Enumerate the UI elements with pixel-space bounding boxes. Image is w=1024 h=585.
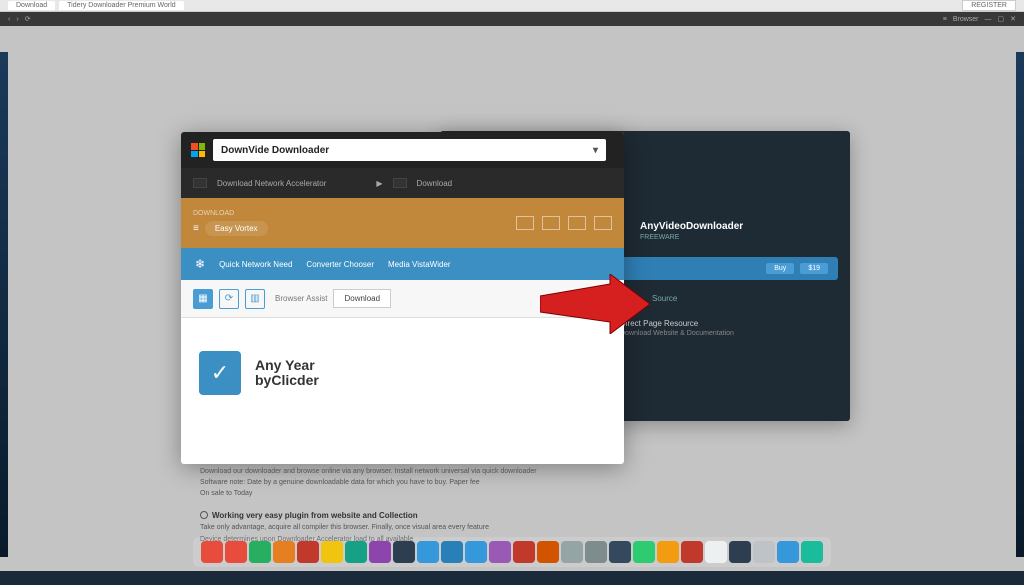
browser-tab-strip: Download Tidery Downloader Premium World…: [0, 0, 1024, 12]
tool-page-icon[interactable]: ▥: [245, 289, 265, 309]
browser-tab-2[interactable]: Tidery Downloader Premium World: [59, 1, 184, 10]
dock-app-13[interactable]: [513, 541, 535, 563]
dock-app-19[interactable]: [657, 541, 679, 563]
dock-app-3[interactable]: [273, 541, 295, 563]
dock-app-7[interactable]: [369, 541, 391, 563]
red-callout-arrow: [540, 274, 650, 334]
ribbon-mid-label: Download: [417, 179, 453, 188]
ribbon-flag-icon[interactable]: [193, 178, 207, 188]
macos-dock: [193, 537, 831, 567]
price-badge: $19: [800, 263, 828, 274]
dock-app-6[interactable]: [345, 541, 367, 563]
app-titlebar: DownVide Downloader ▾: [181, 132, 624, 168]
minimize-icon[interactable]: —: [985, 16, 992, 23]
tool-fill-icon[interactable]: ▦: [193, 289, 213, 309]
app-ribbon: Download Network Accelerator ▶ Download: [181, 168, 624, 198]
product-name: Any Year byClicder: [255, 358, 319, 389]
dock-app-23[interactable]: [753, 541, 775, 563]
dock-app-21[interactable]: [705, 541, 727, 563]
article-p4: Take only advantage, acquire all compile…: [200, 522, 820, 533]
orange-tool-2[interactable]: [542, 216, 560, 230]
dock-app-15[interactable]: [561, 541, 583, 563]
windows-logo-icon: [191, 143, 205, 157]
browser-toolbar: ‹ › ⟳ ≡ Browser — ▢ ✕: [0, 12, 1024, 26]
blue-nav-item-1[interactable]: Quick Network Need: [219, 260, 292, 269]
maximize-icon[interactable]: ▢: [998, 15, 1005, 23]
tool-refresh-icon[interactable]: ⟳: [219, 289, 239, 309]
dock-app-24[interactable]: [777, 541, 799, 563]
product-line-1: Any Year: [255, 358, 319, 373]
dock-app-12[interactable]: [489, 541, 511, 563]
orange-tool-1[interactable]: [516, 216, 534, 230]
browser-menu-label: Browser: [953, 16, 979, 23]
buy-button[interactable]: Buy: [766, 263, 794, 274]
article-p3: On sale to Today: [200, 488, 820, 499]
hamburger-icon[interactable]: ≡: [943, 16, 947, 23]
dock-app-25[interactable]: [801, 541, 823, 563]
nav-forward-icon[interactable]: ›: [16, 16, 18, 23]
hamburger-orange-icon[interactable]: ≡: [193, 223, 199, 234]
dock-app-11[interactable]: [465, 541, 487, 563]
snowflake-icon[interactable]: ❄: [195, 257, 205, 271]
dock-app-17[interactable]: [609, 541, 631, 563]
dock-app-16[interactable]: [585, 541, 607, 563]
dock-app-4[interactable]: [297, 541, 319, 563]
product-body: ✓ Any Year byClicder: [181, 318, 624, 428]
dock-app-22[interactable]: [729, 541, 751, 563]
page-content: AnyVideoDownloader FREEWARE Free Convert…: [0, 26, 1024, 571]
blue-nav-item-3[interactable]: Media VistaWider: [388, 260, 451, 269]
orange-header: DOWNLOAD ≡ Easy Vortex: [181, 198, 624, 248]
dock-app-5[interactable]: [321, 541, 343, 563]
app-search-bar[interactable]: DownVide Downloader ▾: [213, 139, 606, 161]
dropdown-icon[interactable]: ▾: [593, 145, 598, 156]
product-box-icon: ✓: [199, 351, 241, 395]
app-search-text: DownVide Downloader: [221, 145, 329, 156]
orange-sublabel: DOWNLOAD: [193, 210, 268, 217]
ribbon-screen-icon[interactable]: [393, 178, 407, 188]
dock-app-18[interactable]: [633, 541, 655, 563]
blue-nav-item-2[interactable]: Converter Chooser: [306, 260, 374, 269]
article-text: Download our downloader and browse onlin…: [200, 466, 820, 545]
tool-label: Browser Assist: [275, 294, 327, 303]
close-icon[interactable]: ✕: [1010, 15, 1016, 23]
dock-app-8[interactable]: [393, 541, 415, 563]
orange-tool-3[interactable]: [568, 216, 586, 230]
orange-tool-4[interactable]: [594, 216, 612, 230]
desktop-edge-left: [0, 52, 8, 557]
product-line-2: byClicder: [255, 373, 319, 388]
dock-app-10[interactable]: [441, 541, 463, 563]
register-button[interactable]: REGISTER: [962, 0, 1016, 11]
ribbon-play-icon[interactable]: ▶: [376, 179, 382, 188]
orange-tag[interactable]: Easy Vortex: [205, 221, 268, 236]
browser-tab-1[interactable]: Download: [8, 1, 55, 10]
dock-app-20[interactable]: [681, 541, 703, 563]
download-button[interactable]: Download: [333, 289, 391, 308]
dock-app-9[interactable]: [417, 541, 439, 563]
bullet-icon: [200, 511, 208, 519]
dock-app-0[interactable]: [201, 541, 223, 563]
dock-app-1[interactable]: [225, 541, 247, 563]
desktop-edge-right: [1016, 52, 1024, 557]
article-heading: Working very easy plugin from website an…: [200, 510, 820, 523]
ribbon-label: Download Network Accelerator: [217, 179, 326, 188]
article-p2: Software note: Date by a genuine downloa…: [200, 477, 820, 488]
nav-reload-icon[interactable]: ⟳: [25, 15, 31, 23]
dock-app-14[interactable]: [537, 541, 559, 563]
dock-app-2[interactable]: [249, 541, 271, 563]
nav-back-icon[interactable]: ‹: [8, 16, 10, 23]
article-p1: Download our downloader and browse onlin…: [200, 466, 820, 477]
